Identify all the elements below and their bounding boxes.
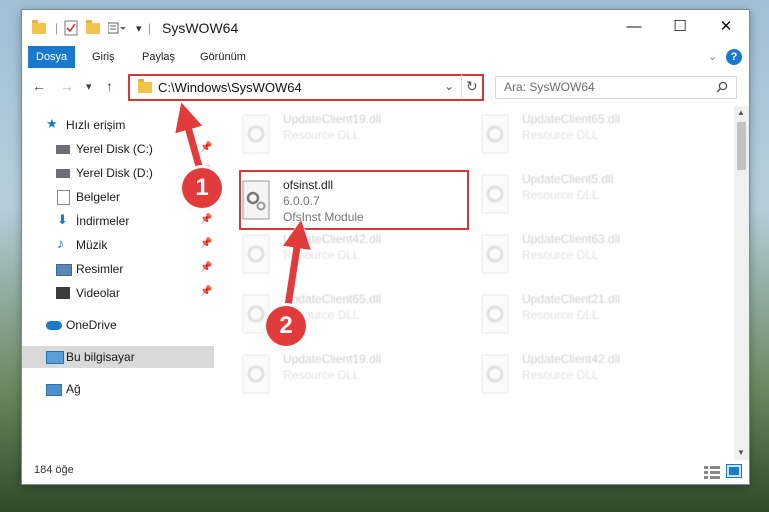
step-badge-1: 1	[182, 168, 222, 208]
step-badge-2: 2	[266, 306, 306, 346]
annotation-arrows	[175, 102, 311, 307]
